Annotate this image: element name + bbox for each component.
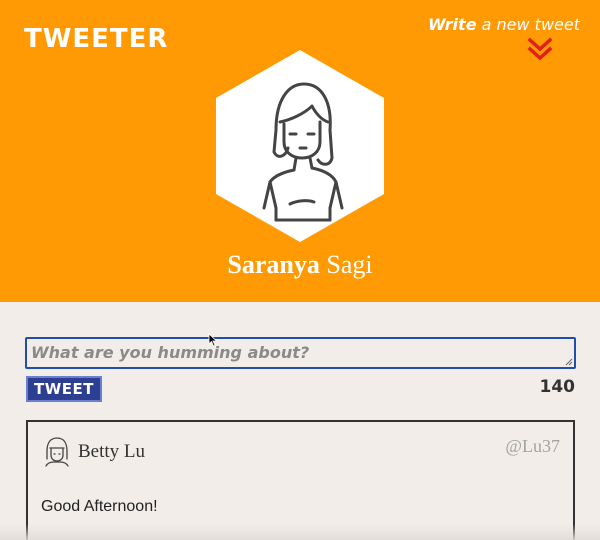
mouse-cursor-icon	[208, 333, 218, 347]
tweet-composer	[25, 337, 576, 369]
chevron-double-down-icon[interactable]	[527, 37, 553, 61]
compose-link-bold: Write	[427, 15, 477, 34]
tweet-author-handle: @Lu37	[505, 436, 560, 456]
tweet-author-name: Betty Lu	[78, 441, 146, 462]
write-new-tweet-link[interactable]: Write a new tweet	[428, 15, 580, 34]
tweet-input[interactable]	[25, 337, 576, 369]
bottom-fade	[0, 524, 600, 540]
brand-logo[interactable]: TWEETER	[24, 24, 168, 54]
profile-avatar	[216, 50, 384, 242]
avatar-icon	[45, 437, 69, 467]
profile-name: Saranya Sagi	[0, 250, 600, 280]
profile-banner: TWEETER Write a new tweet Saranya Sagi	[0, 0, 600, 302]
resize-grip-icon[interactable]	[565, 358, 573, 366]
profile-first-name: Saranya	[227, 250, 320, 279]
tweet-text: Good Afternoon!	[41, 498, 158, 515]
profile-last-name: Sagi	[326, 250, 373, 279]
char-counter: 140	[539, 377, 576, 397]
compose-link-rest: a new tweet	[476, 15, 580, 34]
tweet-submit-button[interactable]: TWEET	[26, 376, 102, 402]
tweet-card: Betty Lu @Lu37 Good Afternoon!	[26, 420, 575, 540]
